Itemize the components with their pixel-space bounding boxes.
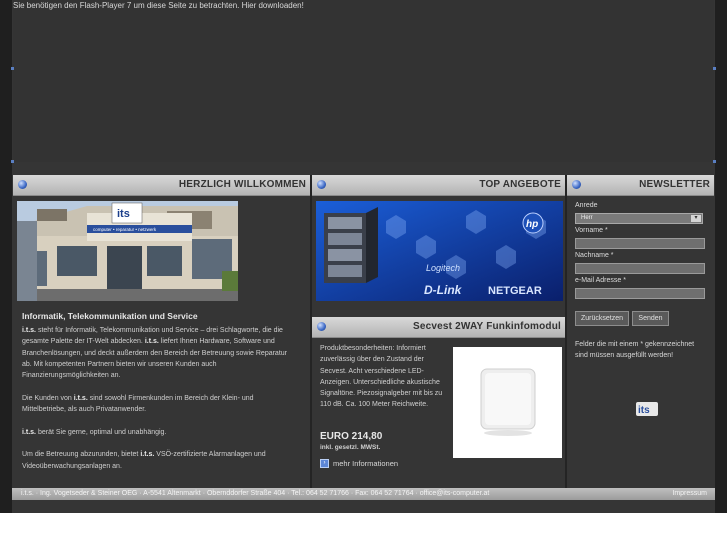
salutation-label: Anrede xyxy=(575,202,598,209)
welcome-paragraph: i.t.s. berät Sie gerne, optimal und unab… xyxy=(22,428,167,436)
svg-text:its: its xyxy=(638,405,650,416)
reset-button[interactable]: Zurücksetzen xyxy=(575,311,629,326)
frame-marker xyxy=(11,160,14,163)
welcome-title: HERZLICH WILLKOMMEN xyxy=(178,179,306,190)
flash-banner-area xyxy=(13,0,714,162)
header-bullet-icon xyxy=(317,322,326,331)
frame-marker xyxy=(713,160,716,163)
more-info-label: mehr Informationen xyxy=(333,459,399,468)
frame-marker xyxy=(713,67,716,70)
arrow-icon: › xyxy=(320,459,329,468)
product-image[interactable] xyxy=(453,347,562,458)
flash-notice-link[interactable]: Sie benötigen den Flash-Player 7 um dies… xyxy=(13,1,304,10)
price-tax-note: inkl. gesetzl. MWSt. xyxy=(320,444,381,451)
frame-marker xyxy=(11,67,14,70)
product-price: EURO 214,80 xyxy=(320,431,383,442)
welcome-header: HERZLICH WILLKOMMEN xyxy=(13,175,310,196)
product-header: Secvest 2WAY Funkinfomodul xyxy=(312,317,565,338)
sign-tagline: computer • reparatur • netzwerk xyxy=(93,227,157,232)
salutation-value: Herr xyxy=(581,215,593,221)
sign-logo-text: its xyxy=(117,208,130,220)
hp-logo: hp xyxy=(526,219,538,230)
brand-banner-image[interactable]: hp Logitech D-Link NETGEAR xyxy=(316,201,563,301)
required-fields-note: Felder die mit einem * gekennzeichnet si… xyxy=(575,341,695,360)
its-logo: its xyxy=(636,402,658,416)
top-offers-header: TOP ANGEBOTE xyxy=(312,175,565,196)
netgear-logo: NETGEAR xyxy=(488,285,542,297)
product-title: Secvest 2WAY Funkinfomodul xyxy=(412,321,561,332)
footer-address: i.t.s. · Ing. Vogetseder & Steiner OEG ·… xyxy=(21,490,490,497)
dlink-logo: D-Link xyxy=(424,283,463,297)
header-bullet-icon xyxy=(572,180,581,189)
welcome-text: i.t.s. steht für Informatik, Telekommuni… xyxy=(22,325,297,483)
email-label: e-Mail Adresse * xyxy=(575,277,626,284)
email-field[interactable] xyxy=(575,288,705,299)
logitech-logo: Logitech xyxy=(426,263,460,273)
top-offers-title: TOP ANGEBOTE xyxy=(479,179,561,190)
salutation-select[interactable]: Herr ▾ xyxy=(575,213,703,224)
impressum-link[interactable]: Impressum xyxy=(672,490,707,497)
newsletter-title: NEWSLETTER xyxy=(639,179,710,190)
header-bullet-icon xyxy=(317,180,326,189)
welcome-paragraph: Um die Betreuung abzurunden, bietet i.t.… xyxy=(22,451,266,470)
chevron-down-icon: ▾ xyxy=(691,215,701,222)
welcome-heading: Informatik, Telekommunikation und Servic… xyxy=(22,311,198,321)
store-front-image: its computer • reparatur • netzwerk xyxy=(17,201,238,301)
welcome-paragraph: i.t.s. steht für Informatik, Telekommuni… xyxy=(22,327,287,380)
firstname-field[interactable] xyxy=(575,238,705,249)
lastname-label: Nachname * xyxy=(575,252,614,259)
product-description: Produktbesonderheiten: Informiert zuverl… xyxy=(320,345,443,409)
welcome-paragraph: Die Kunden von i.t.s. sind sowohl Firmen… xyxy=(22,394,254,414)
header-bullet-icon xyxy=(18,180,27,189)
send-button[interactable]: Senden xyxy=(632,311,669,326)
lastname-field[interactable] xyxy=(575,263,705,274)
footer-bar: i.t.s. · Ing. Vogetseder & Steiner OEG ·… xyxy=(12,488,715,500)
more-info-link[interactable]: › mehr Informationen xyxy=(320,459,398,468)
column-divider xyxy=(565,175,567,488)
firstname-label: Vorname * xyxy=(575,227,608,234)
newsletter-header: NEWSLETTER xyxy=(567,175,714,196)
